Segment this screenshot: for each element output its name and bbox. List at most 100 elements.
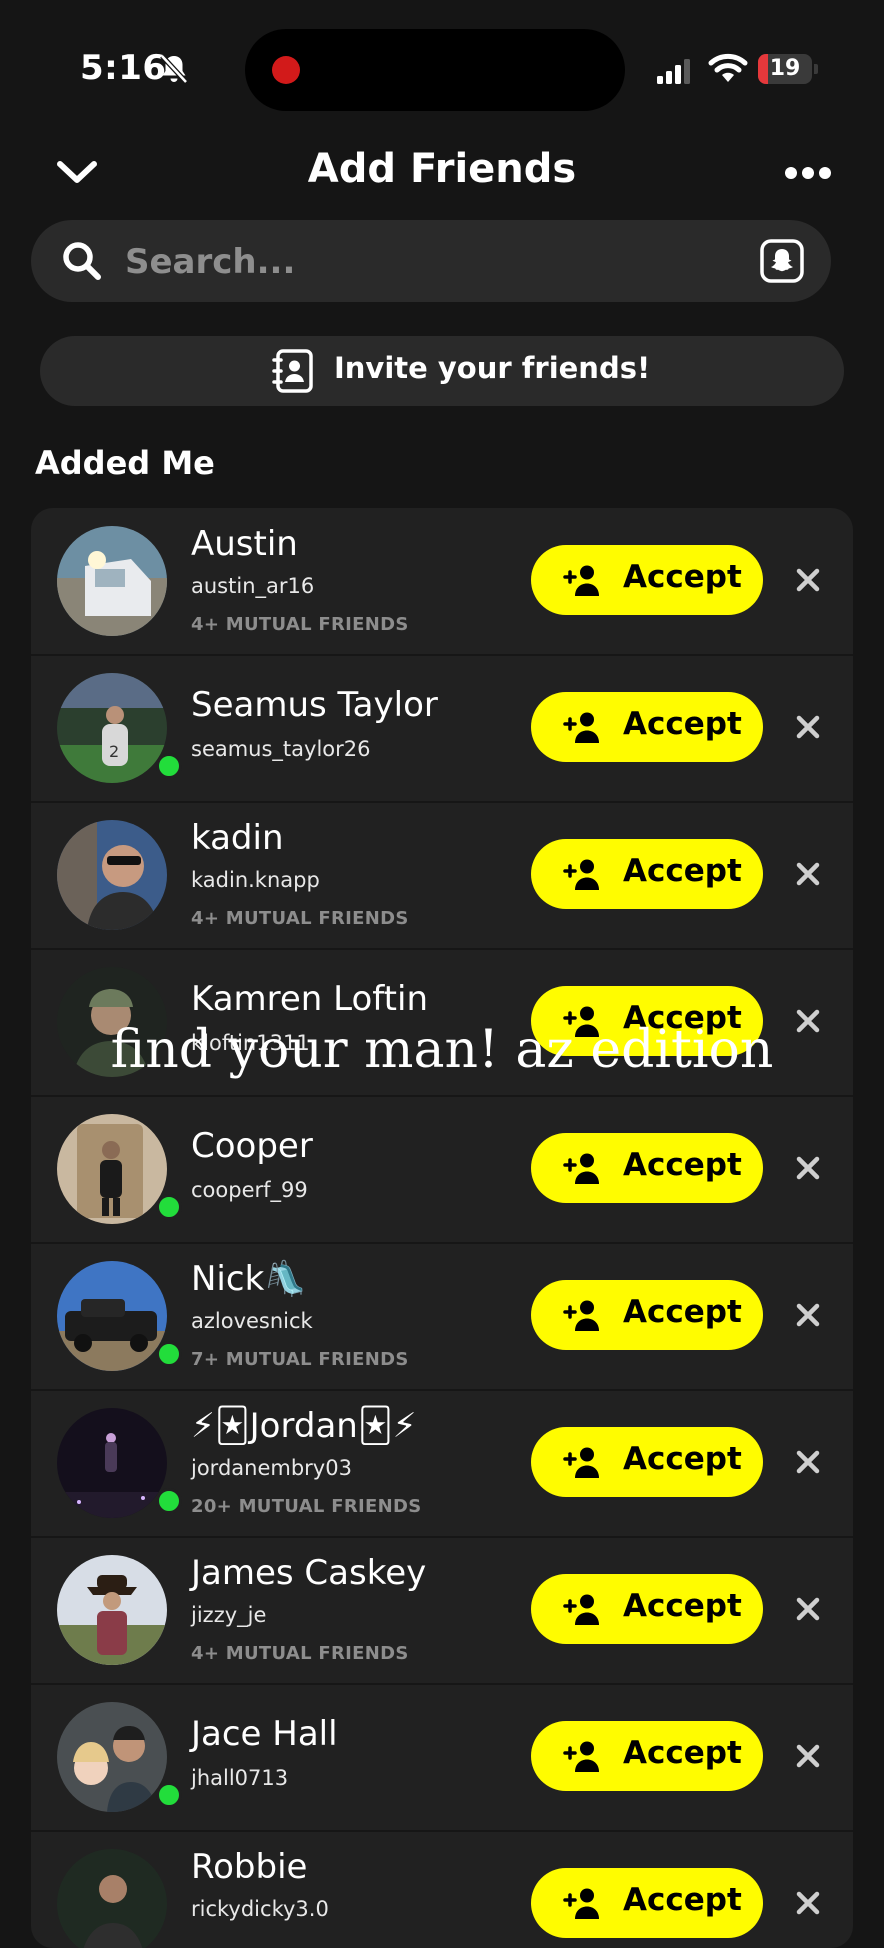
recording-indicator	[272, 56, 300, 84]
friend-name[interactable]: Kamren Loftin	[191, 979, 428, 1019]
online-indicator	[156, 1782, 182, 1808]
online-indicator	[156, 1488, 182, 1514]
online-indicator	[156, 1194, 182, 1220]
battery-indicator: 19	[758, 54, 818, 84]
accept-label: Accept	[623, 853, 742, 889]
avatar[interactable]: 2	[57, 673, 167, 783]
bell-off-icon	[160, 54, 188, 84]
friend-request-row: kadin kadin.knapp 4+ MUTUAL FRIENDS Acce…	[31, 802, 853, 950]
accept-button[interactable]: Accept	[531, 1574, 763, 1644]
online-indicator	[156, 753, 182, 779]
search-input[interactable]	[123, 238, 727, 286]
dismiss-x-icon[interactable]	[793, 1447, 823, 1477]
friend-request-row: ⚡🃏Jordan🃏⚡ jordanembry03 20+ MUTUAL FRIE…	[31, 1390, 853, 1538]
accept-button[interactable]: Accept	[531, 1280, 763, 1350]
accept-label: Accept	[623, 1441, 742, 1477]
friend-request-list: Austin austin_ar16 4+ MUTUAL FRIENDS Acc…	[31, 508, 853, 1948]
wifi-icon	[708, 53, 748, 82]
avatar[interactable]	[57, 1114, 167, 1224]
friend-name[interactable]: kadin	[191, 818, 284, 858]
accept-label: Accept	[623, 1294, 742, 1330]
add-friend-icon	[563, 565, 599, 596]
header: Add Friends	[0, 140, 884, 204]
accept-label: Accept	[623, 1882, 742, 1918]
friend-name[interactable]: ⚡🃏Jordan🃏⚡	[191, 1406, 416, 1446]
invite-friends-button[interactable]: Invite your friends!	[40, 336, 844, 406]
clock: 5:16	[80, 48, 167, 88]
friend-username: jizzy_je	[191, 1603, 267, 1627]
online-indicator	[156, 1341, 182, 1367]
svg-text:2: 2	[109, 742, 119, 761]
dismiss-x-icon[interactable]	[793, 859, 823, 889]
avatar[interactable]	[57, 820, 167, 930]
accept-button[interactable]: Accept	[531, 839, 763, 909]
friend-name[interactable]: James Caskey	[191, 1553, 426, 1593]
avatar[interactable]	[57, 1702, 167, 1812]
accept-button[interactable]: Accept	[531, 1133, 763, 1203]
friend-username: kadin.knapp	[191, 868, 320, 892]
add-friend-icon	[563, 1741, 599, 1772]
add-friend-icon	[563, 859, 599, 890]
accept-label: Accept	[623, 706, 742, 742]
status-bar: 5:16 19	[0, 0, 884, 120]
add-friend-icon	[563, 712, 599, 743]
friend-request-row: Austin austin_ar16 4+ MUTUAL FRIENDS Acc…	[31, 508, 853, 656]
dismiss-x-icon[interactable]	[793, 1888, 823, 1918]
avatar[interactable]	[57, 526, 167, 636]
friend-username: azlovesnick	[191, 1309, 313, 1333]
battery-percent: 19	[769, 56, 801, 81]
friend-request-row: Jace Hall jhall0713 Accept	[31, 1684, 853, 1832]
dismiss-x-icon[interactable]	[793, 1300, 823, 1330]
accept-label: Accept	[623, 1147, 742, 1183]
friend-name[interactable]: Cooper	[191, 1126, 313, 1166]
accept-button[interactable]: Accept	[531, 1721, 763, 1791]
dismiss-x-icon[interactable]	[793, 1153, 823, 1183]
cellular-signal-icon	[657, 59, 690, 84]
dismiss-x-icon[interactable]	[793, 565, 823, 595]
contacts-book-icon	[272, 349, 313, 393]
add-friend-icon	[563, 1594, 599, 1625]
search-bar[interactable]	[31, 220, 831, 302]
avatar[interactable]	[57, 1849, 167, 1948]
mutual-friends-count: 4+ MUTUAL FRIENDS	[191, 1643, 409, 1664]
friend-name[interactable]: Robbie	[191, 1847, 307, 1887]
add-friend-icon	[563, 1447, 599, 1478]
avatar[interactable]	[57, 1261, 167, 1371]
friend-name[interactable]: Jace Hall	[191, 1714, 338, 1754]
dismiss-x-icon[interactable]	[793, 1741, 823, 1771]
snapcode-scan-icon[interactable]	[759, 238, 805, 284]
accept-button[interactable]: Accept	[531, 1868, 763, 1938]
accept-button[interactable]: Accept	[531, 545, 763, 615]
mutual-friends-count: 7+ MUTUAL FRIENDS	[191, 1349, 409, 1370]
accept-label: Accept	[623, 1735, 742, 1771]
avatar[interactable]	[57, 1555, 167, 1665]
friend-name[interactable]: Nick🛝	[191, 1259, 307, 1299]
dynamic-island	[245, 29, 625, 111]
add-friend-icon	[563, 1300, 599, 1331]
friend-request-row: Robbie rickydicky3.0 Accept	[31, 1831, 853, 1948]
mutual-friends-count: 4+ MUTUAL FRIENDS	[191, 614, 409, 635]
invite-friends-label: Invite your friends!	[334, 351, 651, 385]
accept-label: Accept	[623, 559, 742, 595]
overlay-caption: find your man! az edition	[110, 1020, 774, 1080]
friend-username: seamus_taylor26	[191, 737, 371, 761]
accept-button[interactable]: Accept	[531, 1427, 763, 1497]
page-title: Add Friends	[307, 146, 577, 192]
accept-button[interactable]: Accept	[531, 692, 763, 762]
section-title-added-me: Added Me	[35, 444, 215, 482]
dismiss-x-icon[interactable]	[793, 1594, 823, 1624]
more-options-icon[interactable]	[784, 166, 832, 180]
friend-name[interactable]: Seamus Taylor	[191, 685, 438, 725]
friend-request-row: James Caskey jizzy_je 4+ MUTUAL FRIENDS …	[31, 1537, 853, 1685]
add-friend-icon	[563, 1153, 599, 1184]
friend-request-row: Cooper cooperf_99 Accept	[31, 1096, 853, 1244]
accept-label: Accept	[623, 1588, 742, 1624]
dismiss-x-icon[interactable]	[793, 712, 823, 742]
friend-username: austin_ar16	[191, 574, 315, 598]
friend-username: jhall0713	[191, 1766, 289, 1790]
friend-username: cooperf_99	[191, 1178, 308, 1202]
search-icon	[63, 242, 101, 280]
avatar[interactable]	[57, 1408, 167, 1518]
friend-username: jordanembry03	[191, 1456, 352, 1480]
friend-name[interactable]: Austin	[191, 524, 298, 564]
